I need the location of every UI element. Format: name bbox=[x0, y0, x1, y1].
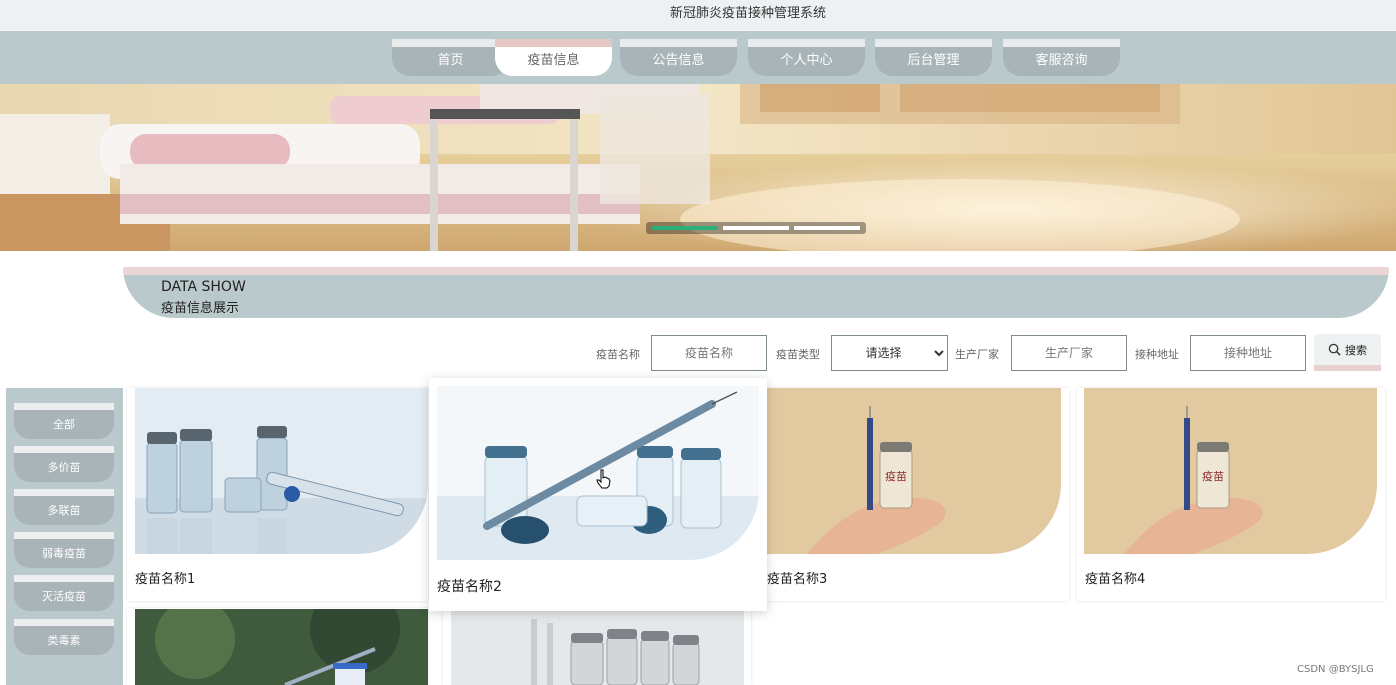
section-header bbox=[123, 267, 1389, 318]
vaccine-image bbox=[451, 609, 744, 685]
vaccine-card[interactable]: 疫苗 疫苗名称4 bbox=[1077, 388, 1385, 601]
watermark: CSDN @BYSJLG bbox=[1297, 664, 1374, 675]
vial-label: 疫苗 bbox=[1202, 469, 1224, 483]
nav-personal-center[interactable]: 个人中心 bbox=[748, 39, 865, 76]
category-combined[interactable]: 多联苗 bbox=[14, 489, 114, 525]
search-button[interactable]: 搜索 bbox=[1314, 334, 1381, 371]
vaccine-name: 疫苗名称4 bbox=[1085, 572, 1146, 587]
vaccine-type-select[interactable]: 请选择 bbox=[831, 335, 948, 371]
nav-vaccine-info[interactable]: 疫苗信息 bbox=[495, 39, 612, 76]
vaccine-card[interactable] bbox=[443, 608, 751, 685]
vaccine-type-label: 疫苗类型 bbox=[776, 348, 820, 361]
category-toxoid[interactable]: 类毒素 bbox=[14, 619, 114, 655]
search-icon bbox=[1328, 343, 1341, 356]
carousel-indicators bbox=[646, 222, 866, 234]
nav-admin[interactable]: 后台管理 bbox=[875, 39, 992, 76]
section-title-en: DATA SHOW bbox=[161, 279, 246, 295]
category-sidebar: 全部 多价苗 多联苗 弱毒疫苗 灭活疫苗 类毒素 bbox=[6, 388, 123, 685]
vial-label: 疫苗 bbox=[885, 469, 907, 483]
top-bar: 新冠肺炎疫苗接种管理系统 bbox=[0, 0, 1396, 31]
hand-pointer-icon bbox=[596, 469, 612, 493]
vaccine-image: 疫苗 bbox=[1084, 388, 1377, 554]
vaccine-image: 疫苗 bbox=[767, 388, 1061, 554]
nav-announcements[interactable]: 公告信息 bbox=[620, 39, 737, 76]
manufacturer-label: 生产厂家 bbox=[955, 348, 999, 361]
carousel-dot-1[interactable] bbox=[652, 226, 718, 230]
vaccine-name: 疫苗名称3 bbox=[767, 572, 828, 587]
category-multivalent[interactable]: 多价苗 bbox=[14, 446, 114, 482]
vaccine-card[interactable]: 疫苗 疫苗名称3 bbox=[767, 388, 1069, 601]
vaccine-card[interactable]: 疫苗名称1 bbox=[127, 388, 428, 601]
address-label: 接种地址 bbox=[1135, 348, 1179, 361]
vaccine-name-input[interactable] bbox=[651, 335, 767, 371]
nav-home[interactable]: 首页 bbox=[392, 39, 509, 76]
vaccine-name: 疫苗名称2 bbox=[437, 579, 502, 595]
vaccine-card[interactable] bbox=[127, 608, 428, 685]
address-input[interactable] bbox=[1190, 335, 1306, 371]
vaccine-card[interactable]: 疫苗名称2 bbox=[429, 378, 767, 611]
carousel-dot-3[interactable] bbox=[794, 226, 860, 230]
main-nav: 首页 疫苗信息 公告信息 个人中心 后台管理 客服咨询 bbox=[0, 31, 1396, 84]
search-button-label: 搜索 bbox=[1345, 343, 1367, 357]
category-inactivated[interactable]: 灭活疫苗 bbox=[14, 575, 114, 611]
category-all[interactable]: 全部 bbox=[14, 403, 114, 439]
category-live-attenuated[interactable]: 弱毒疫苗 bbox=[14, 532, 114, 568]
site-title: 新冠肺炎疫苗接种管理系统 bbox=[669, 6, 826, 21]
vaccine-name-label: 疫苗名称 bbox=[596, 348, 640, 361]
carousel-dot-2[interactable] bbox=[723, 226, 789, 230]
manufacturer-input[interactable] bbox=[1011, 335, 1127, 371]
nav-customer-service[interactable]: 客服咨询 bbox=[1003, 39, 1120, 76]
vaccine-image bbox=[135, 609, 428, 685]
section-title-cn: 疫苗信息展示 bbox=[161, 301, 240, 316]
vaccine-name: 疫苗名称1 bbox=[135, 572, 196, 587]
vaccine-image bbox=[135, 388, 428, 554]
